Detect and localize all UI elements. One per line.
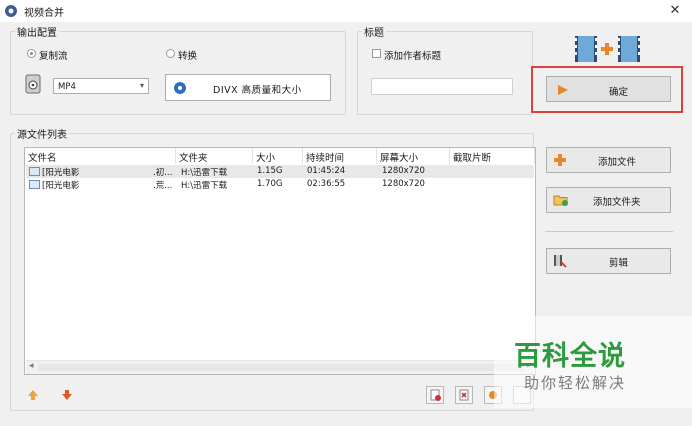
- radio-convert-label: 转换: [178, 51, 198, 62]
- column-header-clip[interactable]: 截取片断: [450, 148, 535, 164]
- right-divider: [545, 231, 673, 232]
- format-icon: [25, 74, 41, 94]
- remove-file-icon[interactable]: [455, 386, 473, 404]
- cell-folder: H:\迅雷下载: [181, 168, 228, 178]
- video-merge-graphic: [574, 34, 644, 64]
- confirm-button[interactable]: 确定: [546, 76, 671, 102]
- column-header-name[interactable]: 文件名: [25, 148, 176, 164]
- cell-screen: 1280x720: [382, 166, 425, 176]
- cell-duration: 01:45:24: [307, 166, 346, 176]
- author-title-checkbox[interactable]: [372, 49, 381, 58]
- file-list[interactable]: 文件名 文件夹 大小 持续时间 屏幕大小 截取片断 [阳光电影 .初... H:…: [24, 147, 536, 375]
- video-file-icon: [29, 167, 40, 176]
- cell-size: 1.70G: [257, 179, 283, 189]
- plus-icon: [554, 154, 566, 166]
- close-icon[interactable]: ✕: [666, 2, 684, 20]
- folder-add-icon: [553, 195, 568, 206]
- author-title-label: 添加作者标题: [384, 51, 442, 62]
- horizontal-scrollbar[interactable]: ◂ ▸: [26, 360, 534, 374]
- table-row[interactable]: [阳光电影 .初... H:\迅雷下载 1.15G 01:45:24 1280x…: [26, 165, 534, 178]
- radio-copy-stream-label: 复制流: [39, 51, 68, 62]
- video-file-icon: [29, 180, 40, 189]
- title-group-label: 标题: [362, 24, 386, 39]
- clear-list-icon[interactable]: [426, 386, 444, 404]
- title-group: [357, 31, 533, 115]
- radio-copy-stream[interactable]: [27, 49, 36, 58]
- title-bar: [0, 0, 692, 22]
- add-folder-button[interactable]: 添加文件夹: [546, 187, 671, 213]
- chevron-down-icon: ▾: [139, 81, 144, 90]
- add-file-button[interactable]: 添加文件: [546, 147, 671, 173]
- author-title-input[interactable]: [371, 78, 513, 95]
- table-row[interactable]: [阳光电影 .荒... H:\迅雷下载 1.70G 02:36:55 1280x…: [26, 178, 534, 191]
- move-up-icon[interactable]: [26, 388, 40, 405]
- add-file-label: 添加文件: [598, 157, 637, 168]
- arrow-right-icon: [558, 85, 568, 95]
- cell-name-tail: .初...: [153, 168, 173, 178]
- column-header-size[interactable]: 大小: [253, 148, 303, 164]
- edit-button[interactable]: 剪辑: [546, 248, 671, 274]
- window-title: 视频合并: [24, 8, 64, 19]
- scroll-thumb[interactable]: [38, 364, 524, 371]
- app-icon: [4, 4, 18, 18]
- watermark-title: 百科全说: [514, 341, 626, 372]
- radio-convert[interactable]: [166, 49, 175, 58]
- format-select[interactable]: MP4 ▾: [53, 78, 149, 94]
- output-config-label: 输出配置: [15, 24, 59, 39]
- move-down-icon[interactable]: [60, 388, 74, 405]
- cell-size: 1.15G: [257, 166, 283, 176]
- preset-label: DIVX 高质量和大小: [213, 85, 302, 96]
- cell-folder: H:\迅雷下载: [181, 181, 228, 191]
- edit-label: 剪辑: [609, 258, 629, 269]
- cell-duration: 02:36:55: [307, 179, 346, 189]
- source-list-label: 源文件列表: [15, 126, 69, 141]
- preset-button[interactable]: DIVX 高质量和大小: [165, 74, 331, 101]
- cell-name: [阳光电影: [42, 181, 80, 191]
- cell-screen: 1280x720: [382, 179, 425, 189]
- format-select-value: MP4: [58, 82, 76, 92]
- add-folder-label: 添加文件夹: [593, 197, 641, 208]
- scroll-left-icon[interactable]: ◂: [29, 361, 34, 371]
- watermark-subtitle: 助你轻松解决: [524, 374, 627, 392]
- cell-name-tail: .荒...: [153, 181, 173, 191]
- output-config-group: [10, 31, 346, 115]
- column-header-duration[interactable]: 持续时间: [303, 148, 377, 164]
- disc-icon: [174, 82, 186, 94]
- film-edit-icon: [554, 255, 567, 268]
- column-header-folder[interactable]: 文件夹: [176, 148, 253, 164]
- cell-name: [阳光电影: [42, 168, 80, 178]
- confirm-label: 确定: [609, 87, 629, 98]
- column-header-screen[interactable]: 屏幕大小: [377, 148, 450, 164]
